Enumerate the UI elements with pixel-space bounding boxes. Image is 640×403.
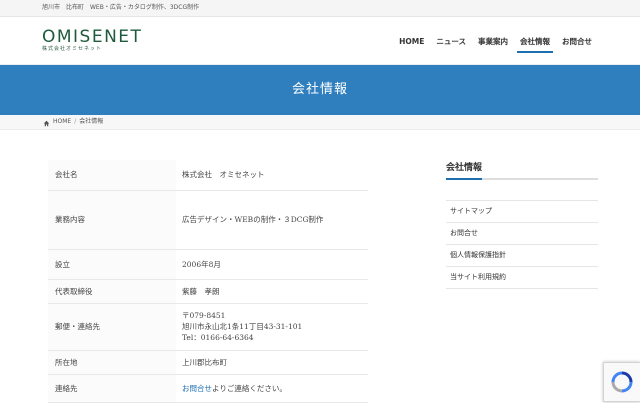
phone: Tel：0166-64-6364	[182, 333, 254, 342]
table-row: 連絡先 お問合せよりご連絡ください。	[48, 374, 368, 403]
row-key: 業務内容	[48, 190, 176, 250]
sidebar: 会社情報 サイトマップ お問合せ 個人情報保護指針 当サイト利用規約	[446, 160, 598, 289]
company-info-table: 会社名 株式会社 オミセネット 業務内容 広告デザイン・WEBの制作・３DCG制…	[48, 160, 368, 403]
table-row: 郵便・連絡先 〒079-8451 旭川市永山北1条11丁目43-31-101 T…	[48, 303, 368, 351]
table-row: 代表取締役 紫藤 孝朗	[48, 279, 368, 304]
home-icon	[43, 119, 50, 126]
row-key: 所在地	[48, 350, 176, 375]
page-title: 会社情報	[291, 82, 348, 97]
row-value: 広告デザイン・WEBの制作・３DCG制作	[176, 190, 368, 250]
contact-link[interactable]: お問合せ	[182, 384, 212, 393]
breadcrumb-current: 会社情報	[79, 118, 104, 125]
top-tagline-bar: 旭川市 比布町 WEB・広告・カタログ制作、3DCG制作	[0, 0, 640, 17]
company-info-section: 会社名 株式会社 オミセネット 業務内容 広告デザイン・WEBの制作・３DCG制…	[48, 160, 368, 403]
nav-home[interactable]: HOME	[393, 35, 430, 48]
main-nav: HOME ニュース 事業案内 会社情報 お問合せ	[393, 35, 598, 53]
nav-company[interactable]: 会社情報	[514, 35, 556, 53]
sidebar-title: 会社情報	[446, 160, 598, 180]
row-key: 設立	[48, 249, 176, 280]
logo-wordmark: OMISENET	[42, 27, 143, 47]
table-row: 業務内容 広告デザイン・WEBの制作・３DCG制作	[48, 190, 368, 250]
row-value: 紫藤 孝朗	[176, 279, 368, 304]
row-key: 連絡先	[48, 374, 176, 403]
nav-news[interactable]: ニュース	[430, 35, 472, 48]
sidebar-item-contact[interactable]: お問合せ	[446, 223, 598, 245]
row-key: 代表取締役	[48, 279, 176, 304]
row-value: 〒079-8451 旭川市永山北1条11丁目43-31-101 Tel：0166…	[176, 303, 368, 351]
top-tagline: 旭川市 比布町 WEB・広告・カタログ制作、3DCG制作	[42, 4, 200, 11]
row-key: 会社名	[48, 160, 176, 191]
contact-suffix: よりご連絡ください。	[212, 383, 287, 393]
recaptcha-badge[interactable]	[603, 362, 640, 402]
row-value: 上川郡比布町	[176, 350, 368, 375]
breadcrumb-separator: /	[74, 118, 77, 125]
row-value: 株式会社 オミセネット	[176, 160, 368, 191]
page-title-banner: 会社情報	[0, 65, 640, 115]
table-row: 設立 2006年8月	[48, 249, 368, 280]
nav-business[interactable]: 事業案内	[472, 35, 514, 48]
sidebar-item-terms[interactable]: 当サイト利用規約	[446, 267, 598, 289]
table-row: 所在地 上川郡比布町	[48, 350, 368, 375]
row-value: 2006年8月	[176, 249, 368, 280]
row-key: 郵便・連絡先	[48, 303, 176, 351]
nav-contact[interactable]: お問合せ	[556, 35, 598, 48]
site-logo[interactable]: OMISENET 株式会社オミセネット	[42, 28, 142, 52]
breadcrumb: HOME / 会社情報	[0, 115, 640, 130]
sidebar-item-sitemap[interactable]: サイトマップ	[446, 200, 598, 223]
row-value: お問合せよりご連絡ください。	[176, 374, 368, 403]
address: 旭川市永山北1条11丁目43-31-101	[182, 322, 303, 331]
sidebar-item-privacy[interactable]: 個人情報保護指針	[446, 245, 598, 267]
site-header: OMISENET 株式会社オミセネット HOME ニュース 事業案内 会社情報 …	[0, 17, 640, 65]
breadcrumb-home-link[interactable]: HOME	[53, 115, 71, 129]
postal-code: 〒079-8451	[182, 311, 226, 320]
table-row: 会社名 株式会社 オミセネット	[48, 160, 368, 191]
